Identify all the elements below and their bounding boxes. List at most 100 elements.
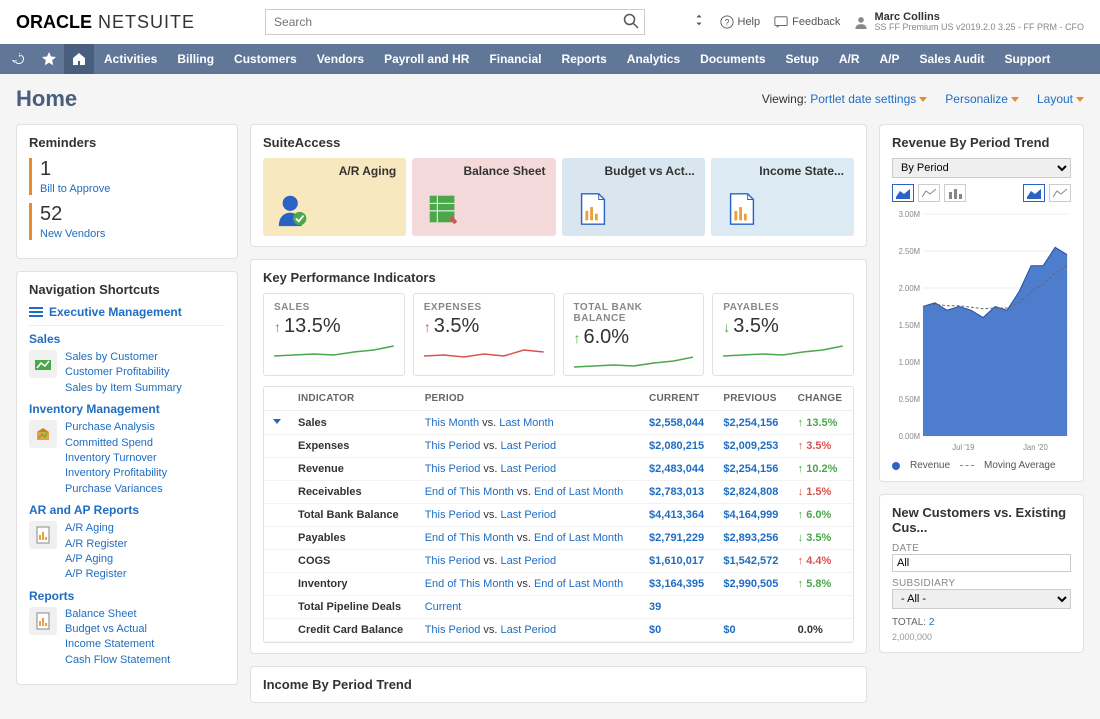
favorites-icon[interactable]	[34, 44, 64, 74]
newcust-subsidiary-select[interactable]: - All -	[892, 589, 1071, 609]
nav-a-r[interactable]: A/R	[829, 52, 870, 66]
layout-link[interactable]: Layout	[1037, 92, 1084, 106]
nav-reports[interactable]: Reports	[551, 52, 616, 66]
new-customers-portlet: New Customers vs. Existing Cus... DATE S…	[879, 494, 1084, 653]
svg-text:3.00M: 3.00M	[899, 210, 920, 219]
executive-management-link[interactable]: Executive Management	[29, 305, 225, 326]
shortcut-link[interactable]: Income Statement	[65, 637, 170, 652]
page-title: Home	[16, 86, 77, 112]
svg-text:?: ?	[724, 17, 729, 27]
nav-billing[interactable]: Billing	[167, 52, 224, 66]
kpi-row[interactable]: RevenueThis Period vs. Last Period$2,483…	[264, 458, 853, 481]
svg-text:0.50M: 0.50M	[899, 395, 920, 404]
page-header: Home Viewing: Portlet date settings Pers…	[0, 74, 1100, 124]
nav-a-p[interactable]: A/P	[870, 52, 910, 66]
shortcut-link[interactable]: Committed Spend	[65, 436, 167, 451]
menu-icon	[29, 306, 43, 318]
sort-icon[interactable]	[272, 416, 282, 426]
kpi-row[interactable]: Total Bank BalanceThis Period vs. Last P…	[264, 504, 853, 527]
kpi-card[interactable]: SALES↑13.5%	[263, 293, 405, 376]
kpi-row[interactable]: PayablesEnd of This Month vs. End of Las…	[264, 527, 853, 550]
search-input[interactable]	[265, 9, 645, 35]
shortcut-link[interactable]: A/P Aging	[65, 552, 127, 567]
chart-view-1-icon[interactable]	[1023, 184, 1045, 202]
shortcut-link[interactable]: Cash Flow Statement	[65, 653, 170, 668]
revenue-trend-portlet: Revenue By Period Trend By Period 0.00M0…	[879, 124, 1084, 482]
nav-vendors[interactable]: Vendors	[307, 52, 374, 66]
chart-legend: Revenue Moving Average	[892, 460, 1071, 471]
nav-support[interactable]: Support	[994, 52, 1060, 66]
nav-financial[interactable]: Financial	[479, 52, 551, 66]
newcust-date-input[interactable]	[892, 554, 1071, 572]
shortcut-link[interactable]: Inventory Profitability	[65, 466, 167, 481]
chart-view-2-icon[interactable]	[1049, 184, 1071, 202]
shortcut-link[interactable]: Purchase Analysis	[65, 420, 167, 435]
shortcut-link[interactable]: A/R Aging	[65, 521, 127, 536]
kpi-row[interactable]: Total Pipeline DealsCurrent39	[264, 596, 853, 619]
kpi-table: INDICATOR PERIOD CURRENT PREVIOUS CHANGE…	[264, 387, 853, 642]
shortcut-link[interactable]: Sales by Customer	[65, 350, 182, 365]
revenue-chart: 0.00M0.50M1.00M1.50M2.00M2.50M3.00MJul '…	[892, 208, 1071, 458]
nav-sales-audit[interactable]: Sales Audit	[910, 52, 995, 66]
nav-activities[interactable]: Activities	[94, 52, 167, 66]
main-nav: ActivitiesBillingCustomersVendorsPayroll…	[0, 44, 1100, 74]
history-icon[interactable]	[4, 44, 34, 74]
suiteaccess-portlet: SuiteAccess A/R AgingBalance SheetBudget…	[250, 124, 867, 247]
kpi-row[interactable]: SalesThis Month vs. Last Month$2,558,044…	[264, 411, 853, 435]
shortcut-group-head: Inventory Management	[29, 402, 225, 416]
shortcut-link[interactable]: Inventory Turnover	[65, 451, 167, 466]
kpi-card[interactable]: EXPENSES↑3.5%	[413, 293, 555, 376]
search-icon[interactable]	[623, 13, 639, 29]
revenue-period-select[interactable]: By Period	[892, 158, 1071, 178]
shortcut-link[interactable]: A/R Register	[65, 537, 127, 552]
suiteaccess-tile[interactable]: Balance Sheet	[412, 158, 555, 236]
nav-documents[interactable]: Documents	[690, 52, 775, 66]
feedback-link[interactable]: Feedback	[774, 15, 840, 29]
kpi-card[interactable]: TOTAL BANK BALANCE↑6.0%	[563, 293, 705, 376]
nav-analytics[interactable]: Analytics	[617, 52, 690, 66]
legend-dash-icon	[960, 465, 974, 466]
shortcut-link[interactable]: Sales by Item Summary	[65, 381, 182, 396]
kpi-portlet: Key Performance Indicators SALES↑13.5%EX…	[250, 259, 867, 654]
shortcut-link[interactable]: Budget vs Actual	[65, 622, 170, 637]
brand-logo: ORACLE NETSUITE	[16, 12, 195, 33]
nav-shortcuts-portlet: Navigation Shortcuts Executive Managemen…	[16, 271, 238, 685]
nav-customers[interactable]: Customers	[224, 52, 307, 66]
shortcut-link[interactable]: Balance Sheet	[65, 607, 170, 622]
nav-payroll-and-hr[interactable]: Payroll and HR	[374, 52, 479, 66]
topbar: ORACLE NETSUITE ?Help Feedback Marc Coll…	[0, 0, 1100, 44]
svg-text:2.00M: 2.00M	[899, 284, 920, 293]
suiteaccess-tile[interactable]: Income State...	[711, 158, 854, 236]
kpi-row[interactable]: COGSThis Period vs. Last Period$1,610,01…	[264, 550, 853, 573]
kpi-row[interactable]: ReceivablesEnd of This Month vs. End of …	[264, 481, 853, 504]
kpi-row[interactable]: Credit Card BalanceThis Period vs. Last …	[264, 619, 853, 642]
reminder-item[interactable]: 52New Vendors	[29, 203, 225, 240]
svg-text:1.00M: 1.00M	[899, 358, 920, 367]
legend-dot-icon	[892, 462, 900, 470]
chart-type-line-icon[interactable]	[918, 184, 940, 202]
chart-type-bar-icon[interactable]	[944, 184, 966, 202]
shortcut-icon	[29, 521, 57, 549]
shortcut-icon	[29, 420, 57, 448]
kpi-card[interactable]: PAYABLES↓3.5%	[712, 293, 854, 376]
user-menu[interactable]: Marc CollinsSS FF Premium US v2019.2.0 3…	[854, 11, 1084, 33]
personalize-link[interactable]: Personalize	[945, 92, 1019, 106]
svg-text:2.50M: 2.50M	[899, 247, 920, 256]
apps-icon[interactable]	[692, 13, 706, 30]
chart-type-area-icon[interactable]	[892, 184, 914, 202]
suiteaccess-tile[interactable]: Budget vs Act...	[562, 158, 705, 236]
newcust-total-link[interactable]: 2	[929, 617, 935, 628]
help-link[interactable]: ?Help	[720, 15, 761, 29]
nav-setup[interactable]: Setup	[776, 52, 829, 66]
home-icon[interactable]	[64, 44, 94, 74]
viewing-dropdown[interactable]: Viewing: Portlet date settings	[762, 92, 928, 106]
kpi-row[interactable]: ExpensesThis Period vs. Last Period$2,08…	[264, 435, 853, 458]
shortcut-link[interactable]: Customer Profitability	[65, 365, 182, 380]
shortcut-link[interactable]: Purchase Variances	[65, 482, 167, 497]
suiteaccess-tile[interactable]: A/R Aging	[263, 158, 406, 236]
shortcut-link[interactable]: A/P Register	[65, 567, 127, 582]
income-trend-portlet: Income By Period Trend	[250, 666, 867, 703]
svg-text:0.00M: 0.00M	[899, 432, 920, 441]
reminder-item[interactable]: 1Bill to Approve	[29, 158, 225, 195]
kpi-row[interactable]: InventoryEnd of This Month vs. End of La…	[264, 573, 853, 596]
